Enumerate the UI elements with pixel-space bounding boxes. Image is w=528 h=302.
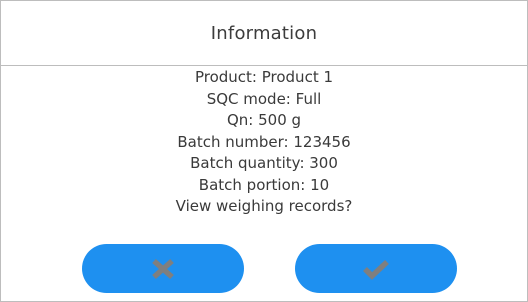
sqc-mode-line: SQC mode: Full [206, 89, 322, 108]
batch-number-line: Batch number: 123456 [177, 132, 351, 151]
qn-line: Qn: 500 g [226, 111, 302, 129]
dialog-header: Information [1, 1, 527, 66]
confirm-button[interactable] [295, 244, 457, 293]
info-lines: Product: Product 1 SQC mode: Full Qn: 50… [1, 67, 527, 218]
dialog-title: Information [210, 22, 318, 44]
batch-quantity-line: Batch quantity: 300 [190, 154, 338, 172]
batch-portion-line: Batch portion: 10 [198, 175, 330, 194]
checkmark-icon [361, 257, 391, 281]
product-line: Product: Product 1 [194, 68, 334, 86]
close-icon [149, 257, 177, 281]
information-dialog: Information Product: Product 1 SQC mode:… [0, 0, 528, 302]
question-line: View weighing records? [175, 197, 353, 215]
cancel-button[interactable] [82, 244, 244, 293]
